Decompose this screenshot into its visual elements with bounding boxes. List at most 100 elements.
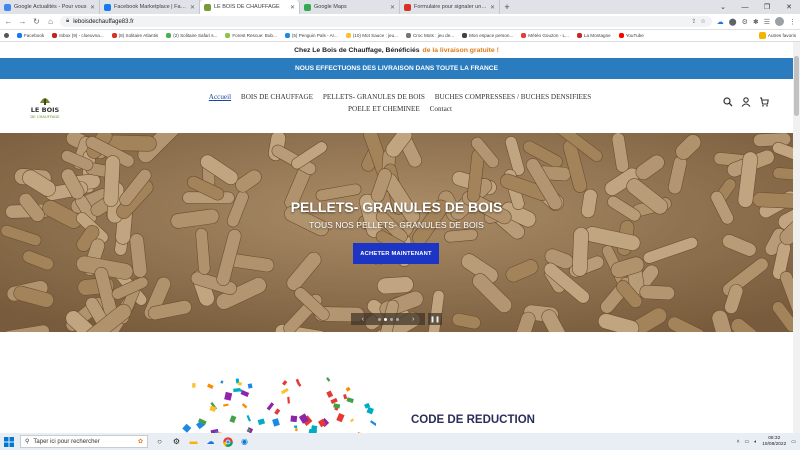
bookmark-favicon: [618, 33, 624, 38]
tab-close-icon[interactable]: ✕: [290, 4, 295, 11]
tab-favicon: [104, 3, 111, 11]
slide-dots: [377, 317, 399, 321]
clock[interactable]: 08:32 19/08/2022: [762, 436, 786, 448]
slide-dot[interactable]: [377, 317, 381, 321]
settings-icon[interactable]: ⚙: [171, 436, 182, 447]
weather-icon[interactable]: ☁: [205, 436, 216, 447]
search-icon[interactable]: [723, 97, 733, 107]
logo-line1: LE BOIS: [31, 106, 60, 114]
browser-tab[interactable]: Facebook Marketplace | Facebook ✕: [100, 0, 200, 14]
site-logo[interactable]: LE BOIS DE CHAUFFAGE: [26, 91, 64, 121]
confetti-piece: [370, 420, 376, 427]
apps-icon[interactable]: [4, 33, 9, 38]
bookmark-item[interactable]: (5) Penguin Pals - Ar...: [284, 33, 338, 38]
next-slide-icon[interactable]: ›: [412, 316, 414, 323]
taskbar-search-placeholder: Taper ici pour rechercher: [33, 438, 100, 445]
bookmark-favicon: [225, 33, 231, 38]
tab-close-icon[interactable]: ✕: [190, 4, 195, 11]
tab-close-icon[interactable]: ✕: [490, 4, 495, 11]
bookmarks-bar: Facebook Inbox (9) - cloeuvna... (8) Sol…: [0, 30, 800, 42]
cart-icon[interactable]: [759, 97, 769, 107]
clock-date: 19/08/2022: [762, 441, 787, 447]
windows-start-icon[interactable]: [4, 436, 14, 447]
slider-controls: ‹ ›: [351, 313, 425, 325]
home-icon[interactable]: ⌂: [46, 17, 55, 26]
extension-gear-icon[interactable]: ⚙: [742, 18, 748, 26]
bookmark-item[interactable]: La Montagne: [576, 33, 611, 38]
extensions-puzzle-icon[interactable]: ✱: [753, 18, 759, 26]
bookmark-item[interactable]: Facebook: [17, 33, 44, 38]
menu-item-contact[interactable]: Contact: [430, 103, 452, 115]
confetti-piece: [246, 415, 251, 422]
page-scrollbar[interactable]: [793, 42, 800, 433]
url-text: leboisdechauffage83.fr: [73, 18, 134, 25]
bookmark-item[interactable]: (8) Solitaire Atlantis: [111, 33, 158, 38]
menu-item-accueil[interactable]: Accueil: [209, 91, 231, 103]
bookmark-item[interactable]: (2) Solitaire Safari s...: [166, 33, 217, 38]
bookmark-item[interactable]: Météo Gouzon - L...: [521, 33, 569, 38]
browser-tab-active[interactable]: LE BOIS DE CHAUFFAGE ✕: [200, 0, 300, 14]
chrome-icon[interactable]: [222, 436, 233, 447]
menu-item-buches-compressees[interactable]: BUCHES COMPRESSEES / BUCHES DENSIFIEES: [435, 91, 592, 103]
other-bookmarks[interactable]: Autres favoris: [758, 32, 796, 39]
bookmark-star-icon[interactable]: ☆: [700, 18, 705, 25]
account-icon[interactable]: [741, 97, 751, 107]
extension-icon[interactable]: ⬤: [729, 18, 737, 26]
menu-item-poele-et-cheminee[interactable]: POELE ET CHEMINEE: [348, 103, 420, 115]
extension-cloud-icon[interactable]: ☁: [717, 18, 724, 26]
network-icon[interactable]: ▭: [745, 439, 750, 445]
pause-slideshow-button[interactable]: ❚❚: [428, 313, 442, 325]
new-tab-button[interactable]: +: [500, 0, 514, 14]
file-explorer-icon[interactable]: ▬: [188, 436, 199, 447]
tray-chevron-icon[interactable]: ˄: [737, 439, 740, 445]
tab-favicon: [4, 3, 11, 11]
confetti-piece: [294, 425, 298, 428]
tab-favicon: [404, 3, 411, 11]
close-window-icon[interactable]: ✕: [778, 0, 800, 14]
menu-item-bois-de-chauffage[interactable]: BOIS DE CHAUFFAGE: [241, 91, 313, 103]
slide-dot-active[interactable]: [383, 317, 387, 321]
bookmark-item[interactable]: Croc Mots : jeu de...: [405, 33, 454, 38]
bookmark-item[interactable]: YouTube: [618, 33, 644, 38]
task-view-icon[interactable]: ○: [154, 436, 165, 447]
menu-item-pellets[interactable]: PELLETS- GRANULES DE BOIS: [323, 91, 425, 103]
prev-slide-icon[interactable]: ‹: [362, 316, 364, 323]
bookmark-label: Météo Gouzon - L...: [528, 33, 569, 38]
address-toolbar: ← → ↻ ⌂ 🔒︎ leboisdechauffage83.fr ⇪ ☆ ☁ …: [0, 14, 800, 30]
more-menu-icon[interactable]: ⋮: [789, 18, 796, 26]
slide-dot[interactable]: [395, 317, 399, 321]
bookmark-favicon: [405, 33, 411, 38]
notifications-icon[interactable]: ▭: [791, 439, 796, 445]
bookmark-label: YouTube: [625, 33, 644, 38]
bookmark-item[interactable]: Forest Rescue: Bub...: [225, 33, 277, 38]
maximize-icon[interactable]: ❐: [756, 0, 778, 14]
bookmark-item[interactable]: (10) Mot Sauce : jeu...: [345, 33, 398, 38]
bookmark-favicon: [462, 33, 468, 38]
browser-tab[interactable]: Formulaire pour signaler une arnaque ✕: [400, 0, 500, 14]
profile-avatar[interactable]: [775, 17, 784, 26]
url-field[interactable]: 🔒︎ leboisdechauffage83.fr ⇪ ☆: [60, 16, 712, 27]
scrollbar-thumb[interactable]: [794, 56, 799, 116]
taskbar-search-box[interactable]: ⚲ Taper ici pour rechercher ✿: [20, 435, 148, 448]
bookmark-item[interactable]: Inbox (9) - cloeuvna...: [52, 33, 104, 38]
promo-bar: Chez Le Bois de Chauffage, Bénéficiés de…: [0, 42, 793, 58]
edge-icon[interactable]: ◉: [239, 436, 250, 447]
tab-close-icon[interactable]: ✕: [390, 4, 395, 11]
share-icon[interactable]: ⇪: [691, 18, 696, 25]
volume-icon[interactable]: 🔈︎: [754, 439, 757, 445]
slide-dot[interactable]: [389, 317, 393, 321]
browser-tab[interactable]: Google Maps ✕: [300, 0, 400, 14]
tab-close-icon[interactable]: ✕: [90, 4, 95, 11]
tab-search-icon[interactable]: ⌄: [712, 0, 734, 14]
reading-list-icon[interactable]: ☰: [764, 18, 770, 26]
back-icon[interactable]: ←: [4, 17, 13, 26]
bookmark-label: (10) Mot Sauce : jeu...: [352, 33, 398, 38]
bookmark-item[interactable]: Mon espace person...: [462, 33, 513, 38]
browser-tab[interactable]: Google Actualités - Pour vous ✕: [0, 0, 100, 14]
bookmark-label: (2) Solitaire Safari s...: [173, 33, 218, 38]
apps-icon-glyph: [4, 33, 9, 38]
buy-now-button[interactable]: ACHETER MAINTENANT: [353, 243, 439, 264]
forward-icon[interactable]: →: [18, 17, 27, 26]
reload-icon[interactable]: ↻: [32, 17, 41, 26]
minimize-icon[interactable]: —: [734, 0, 756, 14]
